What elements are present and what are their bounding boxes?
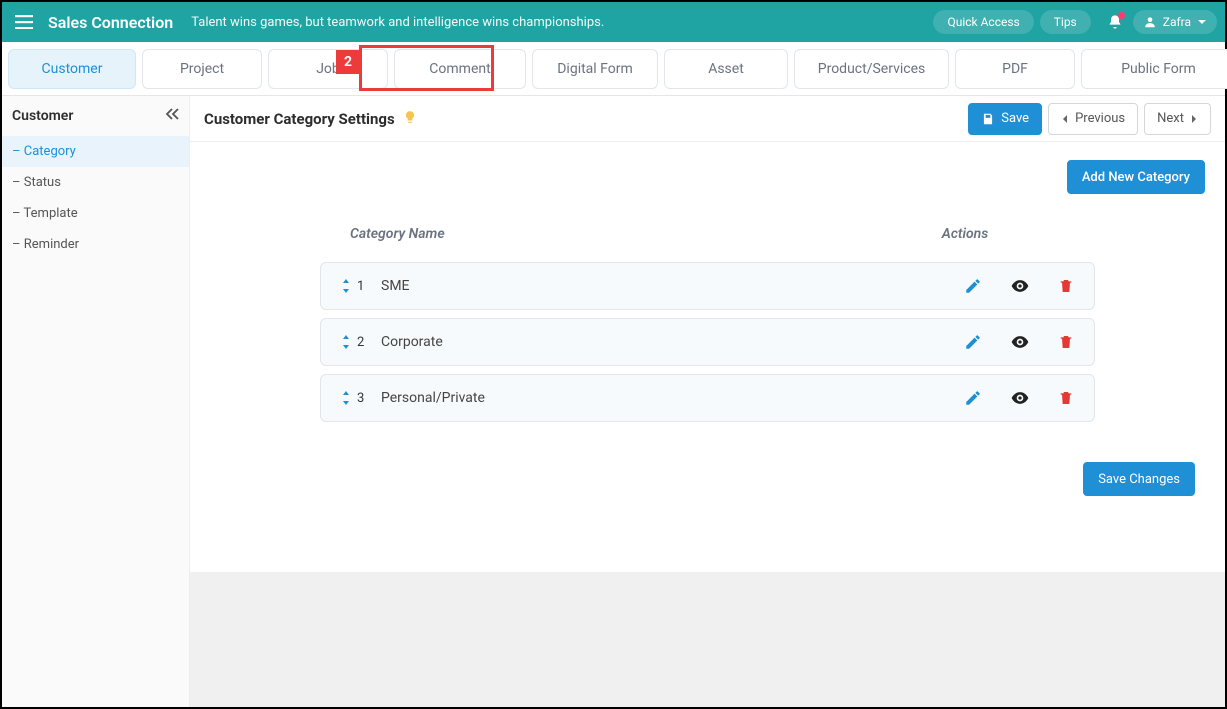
tab-asset[interactable]: Asset [664, 49, 788, 89]
main-panel: Customer Category Settings Save Previous… [190, 96, 1225, 707]
sidebar: Customer – Category – Status – Template … [2, 96, 190, 707]
quick-access-button[interactable]: Quick Access [933, 10, 1033, 34]
notifications-icon[interactable] [1101, 8, 1129, 36]
chevron-down-icon [1197, 17, 1207, 27]
category-row: 1 SME [320, 262, 1095, 310]
table-header: Category Name Actions [320, 214, 1095, 254]
panel-header: Customer Category Settings Save Previous… [190, 96, 1225, 142]
delete-icon[interactable] [1058, 333, 1074, 351]
category-name: Personal/Private [381, 390, 914, 406]
column-actions: Actions [865, 226, 1065, 242]
sidebar-title-row: Customer [2, 96, 189, 136]
annotation-step-badge: 2 [336, 50, 360, 74]
brand-title: Sales Connection [48, 13, 173, 32]
page-title: Customer Category Settings [204, 110, 417, 128]
edit-icon[interactable] [964, 389, 982, 407]
user-icon [1143, 15, 1157, 29]
tab-job[interactable]: Job [268, 49, 388, 89]
notification-dot [1118, 12, 1125, 19]
edit-icon[interactable] [964, 277, 982, 295]
add-new-category-button[interactable]: Add New Category [1067, 160, 1205, 194]
save-icon [981, 112, 995, 126]
save-changes-button[interactable]: Save Changes [1083, 462, 1195, 496]
drag-handle[interactable]: 3 [341, 391, 381, 406]
tab-product-services[interactable]: Product/Services [794, 49, 949, 89]
sidebar-title: Customer [12, 108, 73, 124]
module-tabs: Customer Project Job Comment Digital For… [2, 42, 1225, 96]
column-category-name: Category Name [350, 226, 865, 242]
save-button[interactable]: Save [968, 103, 1042, 135]
sort-icon [341, 391, 351, 405]
row-order: 1 [357, 279, 364, 294]
drag-handle[interactable]: 1 [341, 279, 381, 294]
sidebar-item-status[interactable]: – Status [2, 167, 189, 198]
sidebar-collapse-icon[interactable] [165, 108, 179, 124]
tab-comment[interactable]: Comment [394, 49, 526, 89]
delete-icon[interactable] [1058, 389, 1074, 407]
sort-icon [341, 335, 351, 349]
lightbulb-icon[interactable] [403, 110, 417, 128]
visibility-icon[interactable] [1010, 388, 1030, 408]
chevron-left-icon [1061, 114, 1069, 124]
category-name: Corporate [381, 334, 914, 350]
tab-project[interactable]: Project [142, 49, 262, 89]
panel-body: Add New Category Category Name Actions 1… [190, 142, 1225, 572]
sidebar-item-template[interactable]: – Template [2, 198, 189, 229]
user-name-label: Zafra [1163, 15, 1191, 29]
sidebar-item-category[interactable]: – Category [2, 136, 189, 167]
chevron-right-icon [1190, 114, 1198, 124]
sidebar-item-reminder[interactable]: – Reminder [2, 229, 189, 260]
tagline-text: Talent wins games, but teamwork and inte… [191, 15, 604, 30]
delete-icon[interactable] [1058, 277, 1074, 295]
top-bar: Sales Connection Talent wins games, but … [2, 2, 1225, 42]
drag-handle[interactable]: 2 [341, 335, 381, 350]
content-area: Customer – Category – Status – Template … [2, 96, 1225, 707]
next-button[interactable]: Next [1144, 103, 1211, 135]
category-row: 3 Personal/Private [320, 374, 1095, 422]
user-menu[interactable]: Zafra [1133, 10, 1217, 34]
menu-icon[interactable] [10, 8, 38, 36]
tab-pdf[interactable]: PDF [955, 49, 1075, 89]
sort-icon [341, 279, 351, 293]
row-order: 3 [357, 391, 364, 406]
visibility-icon[interactable] [1010, 332, 1030, 352]
previous-button[interactable]: Previous [1048, 103, 1138, 135]
edit-icon[interactable] [964, 333, 982, 351]
tab-customer[interactable]: Customer [8, 49, 136, 89]
tab-public-form[interactable]: Public Form [1081, 49, 1227, 89]
visibility-icon[interactable] [1010, 276, 1030, 296]
category-name: SME [381, 278, 914, 294]
tips-button[interactable]: Tips [1040, 10, 1091, 34]
category-row: 2 Corporate [320, 318, 1095, 366]
tab-digital-form[interactable]: Digital Form [532, 49, 658, 89]
row-order: 2 [357, 335, 364, 350]
